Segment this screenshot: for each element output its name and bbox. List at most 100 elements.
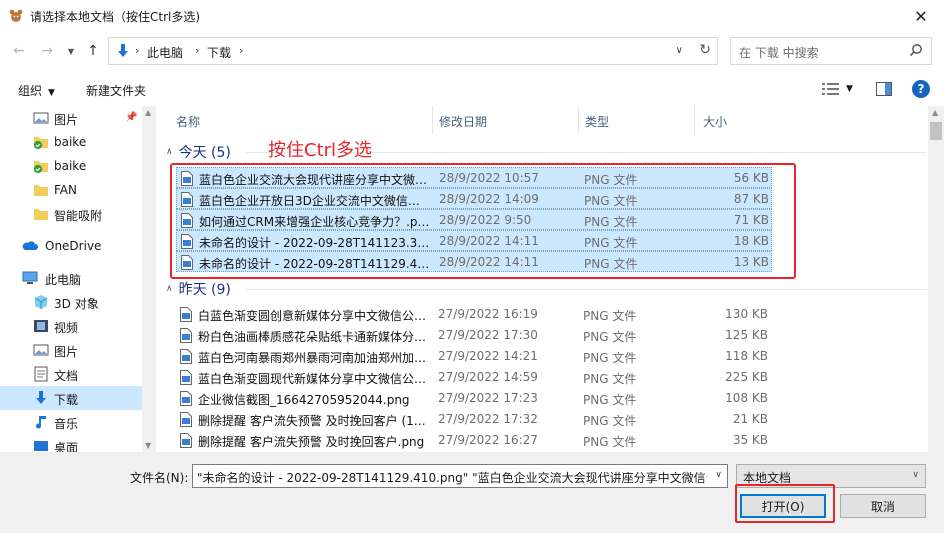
nav-item-pictures-quick[interactable]: 图片 📌 — [0, 106, 142, 130]
file-list-scrollbar[interactable]: ▲ — [928, 106, 944, 452]
nav-label: OneDrive — [45, 239, 102, 253]
file-type: PNG 文件 — [583, 372, 637, 386]
file-date: 27/9/2022 14:59 — [438, 370, 538, 384]
app-icon — [9, 9, 23, 22]
file-row[interactable]: 删除提醒 客户流失预警 及时挽回客户.png 27/9/2022 16:27 PNG… — [176, 430, 772, 451]
nav-label: 3D 对象 — [54, 297, 99, 311]
arrow-right-icon: → — [41, 43, 53, 59]
file-date: 27/9/2022 16:19 — [438, 307, 538, 321]
file-date: 27/9/2022 17:30 — [438, 328, 538, 342]
nav-item-baike-1[interactable]: baike — [0, 130, 142, 154]
nav-item-documents[interactable]: 文档 — [0, 362, 142, 386]
filename-field[interactable]: "未命名的设计 - 2022-09-28T141129.410.png" "蓝白… — [192, 464, 728, 488]
cancel-button[interactable]: 取消 — [840, 494, 926, 518]
file-size: 125 KB — [725, 328, 768, 342]
breadcrumb-this-pc[interactable]: 此电脑 — [147, 44, 183, 61]
nav-pane-scrollbar[interactable]: ▲ ▼ — [142, 106, 156, 452]
file-name: 粉白色油画棒质感花朵贴纸卡通新媒体分享中文微信公众号封面.png — [198, 330, 430, 344]
file-name: 删除提醒 客户流失预警 及时挽回客户.png — [198, 435, 425, 449]
onedrive-icon — [22, 241, 38, 250]
file-date: 27/9/2022 17:23 — [438, 391, 538, 405]
column-header-type[interactable]: 类型 — [578, 106, 694, 134]
search-box[interactable]: 在 下载 中搜索 — [730, 37, 932, 65]
nav-label: 图片 — [54, 113, 79, 127]
nav-item-desktop[interactable]: 桌面 — [0, 434, 142, 452]
file-type: PNG 文件 — [583, 435, 637, 449]
nav-item-music[interactable]: 音乐 — [0, 410, 142, 434]
column-header-name[interactable]: 名称 — [176, 106, 432, 134]
png-file-icon — [180, 307, 192, 322]
nav-item-pictures[interactable]: 图片 — [0, 338, 142, 362]
file-type: PNG 文件 — [583, 330, 637, 344]
search-input[interactable]: 在 下载 中搜索 — [739, 44, 819, 61]
file-row[interactable]: 蓝白色河南暴雨郑州暴雨河南加油郑州加油中文微信公众号封面.png 27/9/202… — [176, 346, 772, 367]
nav-item-3d-objects[interactable]: 3D 对象 — [0, 290, 142, 314]
group-header-today[interactable]: ∧ 今天 (5) — [166, 142, 926, 162]
documents-icon — [34, 366, 48, 382]
navigation-pane: 图片 📌 baike baike FAN 智能吸附 OneDrive 此电脑 3… — [0, 106, 156, 452]
png-file-icon — [180, 349, 192, 364]
navigation-bar: ← → ▼ ↑ › 此电脑 › 下载 › ∨ ↻ 在 下载 中搜索 — [0, 34, 944, 68]
annotation-highlight-open-button — [735, 484, 835, 523]
chevron-up-icon: ∧ — [166, 284, 173, 294]
organize-button[interactable]: 组织 ▼ — [18, 82, 55, 99]
png-file-icon — [180, 412, 192, 427]
breadcrumb-separator-icon: › — [195, 44, 200, 57]
nav-item-onedrive[interactable]: OneDrive — [0, 234, 142, 258]
chevron-down-icon[interactable]: ∨ — [715, 470, 722, 480]
breadcrumb-downloads[interactable]: 下载 — [207, 44, 231, 61]
nav-item-fan[interactable]: FAN — [0, 178, 142, 202]
nav-item-baike-2[interactable]: baike — [0, 154, 142, 178]
group-name: 昨天 (9) — [178, 282, 231, 298]
view-caret-icon[interactable]: ▼ — [846, 84, 853, 94]
up-button[interactable]: ↑ — [84, 42, 102, 60]
view-options-icon[interactable] — [822, 82, 840, 96]
nav-item-smart-snap[interactable]: 智能吸附 — [0, 202, 142, 226]
file-row[interactable]: 白蓝色渐变圆创意新媒体分享中文微信公众号封面.png 27/9/2022 16:1… — [176, 304, 772, 325]
scroll-down-icon[interactable]: ▼ — [145, 441, 151, 450]
file-row[interactable]: 蓝白色渐变圆现代新媒体分享中文微信公众号封面.png 27/9/2022 14:5… — [176, 367, 772, 388]
group-name: 今天 (5) — [178, 145, 231, 161]
file-row[interactable]: 企业微信截图_16642705952044.png 27/9/2022 17:23… — [176, 388, 772, 409]
folder-icon — [34, 185, 48, 196]
address-dropdown-icon[interactable]: ∨ — [676, 45, 683, 56]
column-header-modified[interactable]: 修改日期 — [432, 106, 578, 134]
close-button[interactable]: ✕ — [898, 0, 944, 32]
nav-label: 智能吸附 — [54, 209, 103, 223]
pictures-icon — [33, 112, 49, 124]
breadcrumb-separator-icon: › — [239, 44, 244, 57]
help-icon: ? — [917, 82, 925, 96]
new-folder-button[interactable]: 新建文件夹 — [86, 82, 146, 99]
nav-item-this-pc[interactable]: 此电脑 — [0, 266, 142, 290]
nav-label: FAN — [54, 183, 77, 197]
organize-label: 组织 — [18, 84, 43, 98]
pin-icon[interactable]: 📌 — [125, 112, 137, 123]
address-bar[interactable]: › 此电脑 › 下载 › ∨ ↻ — [108, 37, 718, 65]
3d-objects-icon — [34, 295, 48, 309]
nav-item-videos[interactable]: 视频 — [0, 314, 142, 338]
sync-folder-icon — [34, 161, 48, 173]
refresh-icon[interactable]: ↻ — [699, 42, 711, 58]
caret-down-icon: ▼ — [48, 88, 55, 98]
nav-item-downloads[interactable]: 下载 — [0, 386, 142, 410]
scroll-up-icon[interactable]: ▲ — [932, 108, 938, 117]
png-file-icon — [180, 328, 192, 343]
arrow-left-icon: ← — [13, 43, 25, 59]
scroll-up-icon[interactable]: ▲ — [145, 108, 151, 117]
file-row[interactable]: 删除提醒 客户流失预警 及时挽回客户 (1).png 27/9/2022 17:3… — [176, 409, 772, 430]
column-header-size[interactable]: 大小 — [694, 106, 774, 134]
file-row[interactable]: 粉白色油画棒质感花朵贴纸卡通新媒体分享中文微信公众号封面.png 27/9/202… — [176, 325, 772, 346]
scroll-thumb[interactable] — [930, 122, 942, 140]
group-divider — [246, 289, 926, 290]
recent-locations-button[interactable]: ▼ — [62, 42, 80, 60]
group-header-yesterday[interactable]: ∧ 昨天 (9) — [166, 279, 926, 299]
music-icon — [36, 416, 46, 429]
filename-label: 文件名(N): — [130, 471, 189, 485]
sync-folder-icon — [34, 137, 48, 149]
back-button[interactable]: ← — [10, 42, 28, 60]
help-button[interactable]: ? — [912, 80, 930, 98]
file-type: PNG 文件 — [583, 309, 637, 323]
preview-pane-icon[interactable] — [876, 82, 892, 96]
filename-value[interactable]: "未命名的设计 - 2022-09-28T141129.410.png" "蓝白… — [197, 469, 707, 486]
forward-button[interactable]: → — [38, 42, 56, 60]
